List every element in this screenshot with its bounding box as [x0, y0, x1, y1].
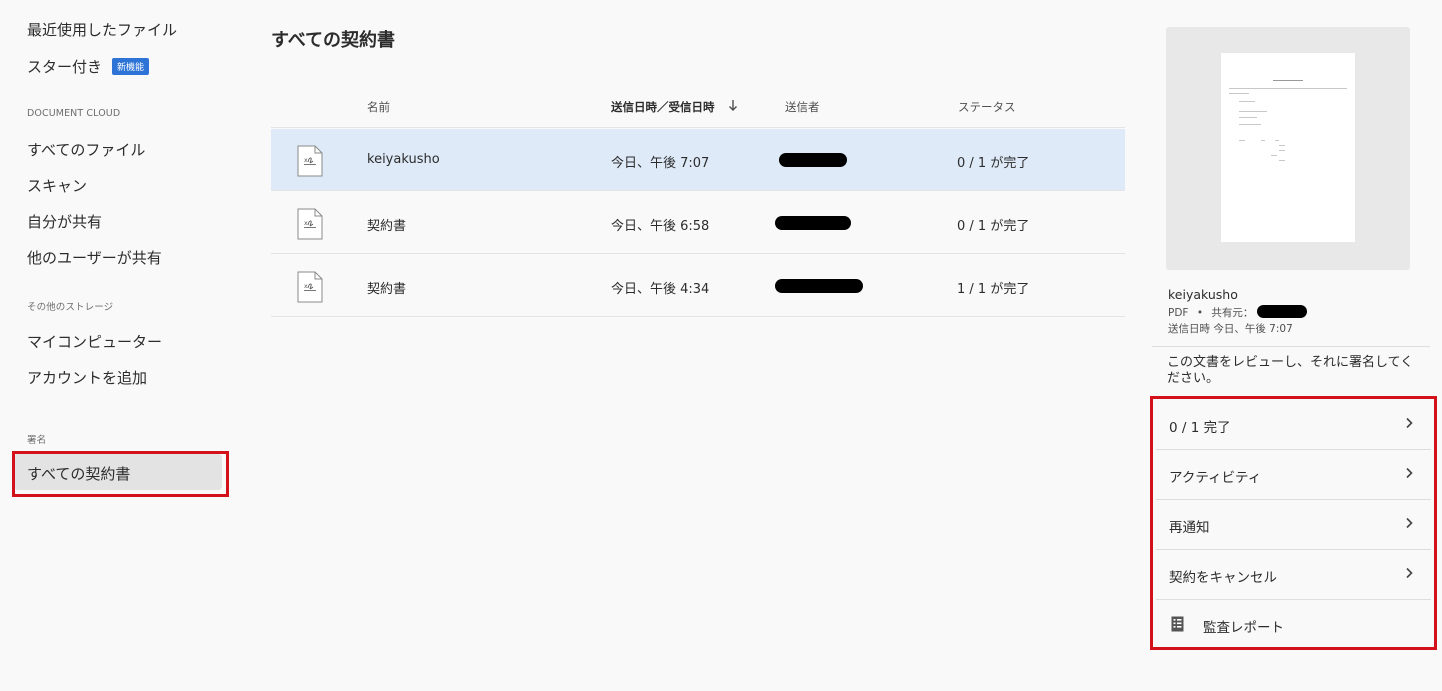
status: 1 / 1 が完了 — [957, 282, 1030, 297]
page-title: すべての契約書 — [271, 30, 396, 51]
document-thumbnail — [1221, 53, 1355, 242]
sidebar-item-shared-by-me[interactable]: 自分が共有 — [27, 211, 102, 232]
selected-file-date: 送信日時 今日、午後 7:07 — [1168, 323, 1293, 335]
chevron-right-icon — [1406, 417, 1413, 429]
new-feature-badge: 新機能 — [112, 58, 150, 75]
agreement-file-icon: x — [297, 271, 323, 303]
audit-report-action[interactable]: 監査レポート — [1156, 599, 1431, 649]
agreement-actions: 0 / 1 完了 アクティビティ 再通知 契約をキャンセル 監査レポート — [1150, 396, 1437, 650]
action-label: 監査レポート — [1203, 620, 1284, 636]
action-label: 0 / 1 完了 — [1169, 420, 1231, 436]
chevron-right-icon — [1406, 567, 1413, 579]
sidebar-item-add-account[interactable]: アカウントを追加 — [27, 367, 147, 388]
sender-redacted — [775, 216, 851, 230]
selected-file-name: keiyakusho — [1168, 287, 1238, 302]
chevron-right-icon — [1406, 467, 1413, 479]
report-icon — [1171, 616, 1184, 632]
sender-redacted — [775, 279, 863, 293]
column-header-date[interactable]: 送信日時／受信日時 — [611, 99, 715, 115]
section-other-storage: その他のストレージ — [27, 302, 114, 313]
section-document-cloud: DOCUMENT CLOUD — [27, 108, 121, 119]
remind-action[interactable]: 再通知 — [1156, 499, 1431, 549]
progress-action[interactable]: 0 / 1 完了 — [1156, 399, 1431, 449]
shared-from-label: 共有元： — [1211, 307, 1254, 319]
status: 0 / 1 が完了 — [957, 219, 1030, 234]
action-label: 契約をキャンセル — [1169, 570, 1277, 586]
sidebar-item-recent[interactable]: 最近使用したファイル — [27, 19, 177, 40]
file-name: 契約書 — [367, 282, 407, 297]
column-header-status[interactable]: ステータス — [958, 99, 1016, 115]
sent-date: 今日、午後 4:34 — [611, 282, 710, 297]
sort-descending-icon[interactable] — [728, 99, 738, 112]
action-label: アクティビティ — [1169, 470, 1262, 486]
cancel-agreement-action[interactable]: 契約をキャンセル — [1156, 549, 1431, 599]
sidebar-item-label: スター付き — [27, 58, 103, 76]
separator-dot: • — [1196, 307, 1204, 319]
sidebar-item-label: すべての契約書 — [27, 465, 131, 483]
sidebar-item-starred[interactable]: スター付き 新機能 — [27, 56, 150, 77]
column-header-name[interactable]: 名前 — [367, 99, 390, 115]
divider — [1152, 346, 1430, 347]
review-instruction: この文書をレビューし、それに署名してください。 — [1167, 355, 1414, 386]
action-label: 再通知 — [1169, 520, 1210, 536]
sidebar-item-scan[interactable]: スキャン — [27, 175, 87, 196]
chevron-right-icon — [1406, 517, 1413, 529]
activity-action[interactable]: アクティビティ — [1156, 449, 1431, 499]
column-header-sender[interactable]: 送信者 — [785, 99, 820, 115]
sidebar-item-all-files[interactable]: すべてのファイル — [27, 139, 145, 160]
table-row[interactable]: x 契約書 今日、午後 6:58 0 / 1 が完了 — [271, 192, 1125, 254]
file-type: PDF — [1168, 307, 1189, 319]
document-preview[interactable] — [1166, 27, 1410, 270]
agreement-file-icon: x — [297, 208, 323, 240]
selected-file-meta: PDF • 共有元： — [1168, 305, 1307, 320]
section-sign: 署名 — [27, 435, 47, 446]
shared-from-redacted — [1256, 305, 1307, 318]
sidebar-item-shared-by-others[interactable]: 他のユーザーが共有 — [27, 247, 162, 268]
sender-redacted — [779, 153, 847, 167]
sidebar: 最近使用したファイル スター付き 新機能 DOCUMENT CLOUD すべてのフ… — [0, 0, 240, 691]
table-row[interactable]: x 契約書 今日、午後 4:34 1 / 1 が完了 — [271, 255, 1125, 317]
agreement-file-icon: x — [297, 145, 323, 177]
divider — [271, 127, 1125, 128]
svg-text:x: x — [304, 220, 308, 227]
file-name: keiyakusho — [367, 152, 440, 167]
status: 0 / 1 が完了 — [957, 156, 1030, 171]
svg-text:x: x — [304, 157, 308, 164]
sidebar-item-my-computer[interactable]: マイコンピューター — [27, 331, 162, 352]
table-row[interactable]: x keiyakusho 今日、午後 7:07 0 / 1 が完了 — [271, 129, 1125, 191]
sent-date: 今日、午後 7:07 — [611, 156, 710, 171]
file-name: 契約書 — [367, 219, 407, 234]
svg-text:x: x — [304, 283, 308, 290]
sent-date: 今日、午後 6:58 — [611, 219, 710, 234]
